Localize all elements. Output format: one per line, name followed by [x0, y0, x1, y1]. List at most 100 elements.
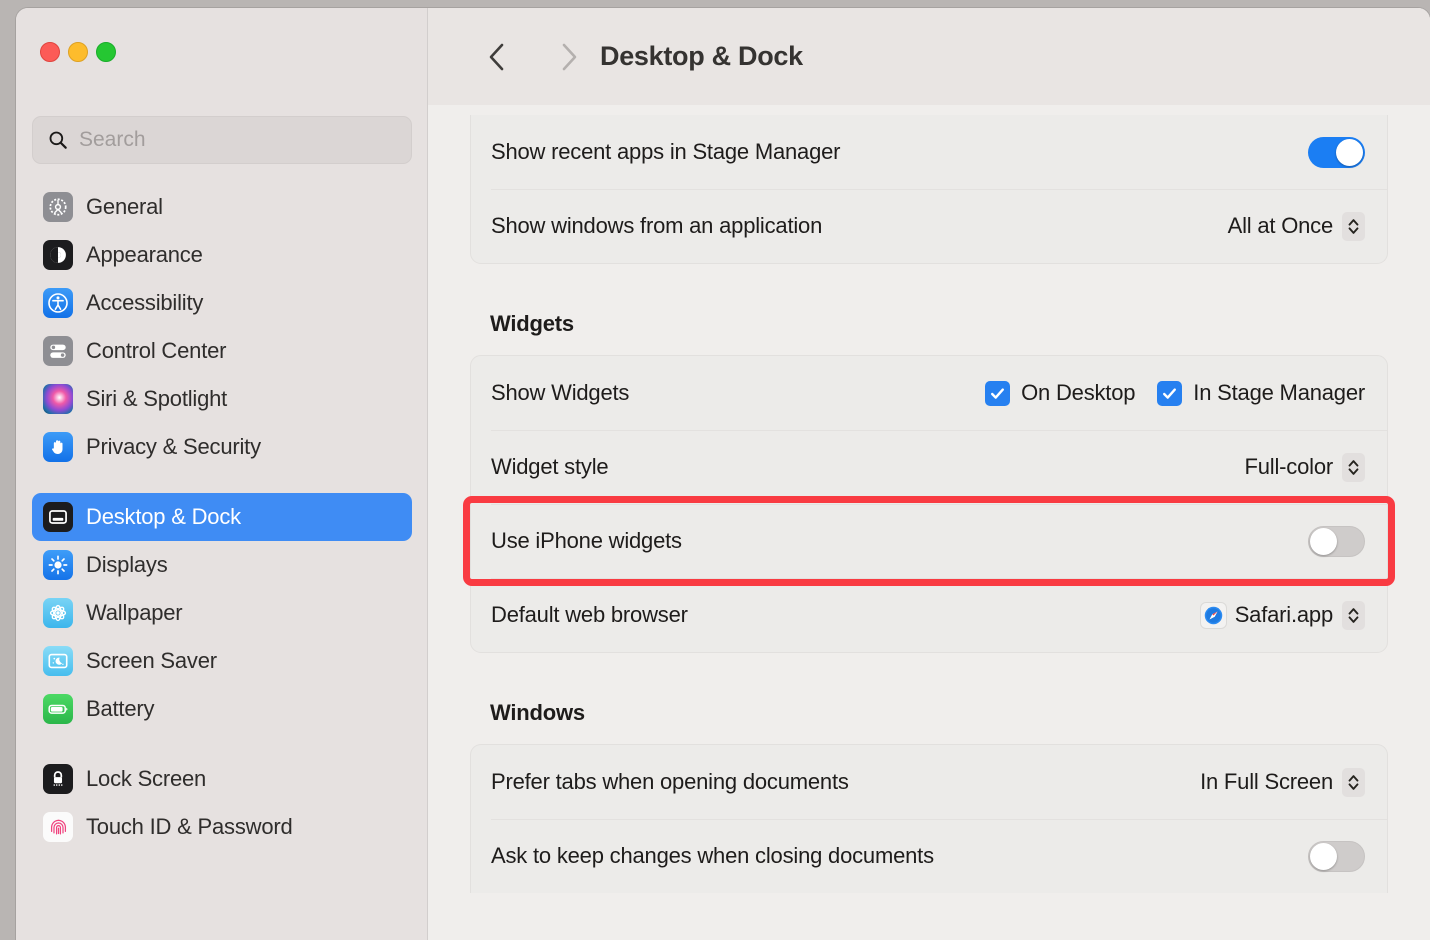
sidebar-item-label: Privacy & Security [86, 434, 261, 460]
chevron-updown-icon [1342, 212, 1365, 241]
chevron-updown-icon [1342, 601, 1365, 630]
default-web-browser-popup[interactable]: Safari.app [1201, 601, 1365, 630]
sidebar-item-displays[interactable]: Displays [32, 541, 412, 589]
chevron-left-icon [486, 40, 508, 74]
lock-icon [43, 764, 73, 794]
sidebar-item-label: Displays [86, 552, 168, 578]
sidebar-item-appearance[interactable]: Appearance [32, 231, 412, 279]
row-label: Show windows from an application [491, 213, 822, 239]
sidebar: General Appearance [16, 8, 428, 940]
popup-value: Safari.app [1235, 602, 1333, 628]
sidebar-item-wallpaper[interactable]: Wallpaper [32, 589, 412, 637]
sidebar-item-label: Siri & Spotlight [86, 386, 227, 412]
chevron-updown-icon [1342, 453, 1365, 482]
sidebar-item-touch-id-password[interactable]: Touch ID & Password [32, 803, 412, 851]
checkmark-icon [1157, 381, 1182, 406]
row-prefer-tabs[interactable]: Prefer tabs when opening documents In Fu… [471, 745, 1387, 819]
moon-stars-icon [43, 646, 73, 676]
show-windows-popup[interactable]: All at Once [1228, 212, 1365, 241]
fingerprint-icon [43, 812, 73, 842]
sidebar-item-label: Battery [86, 696, 154, 722]
chevron-updown-icon [1342, 768, 1365, 797]
traffic-lights [40, 42, 116, 62]
close-button[interactable] [40, 42, 60, 62]
checkmark-icon [985, 381, 1010, 406]
sidebar-item-label: Appearance [86, 242, 203, 268]
settings-scroll-area[interactable]: Show recent apps in Stage Manager Show w… [428, 105, 1430, 940]
search-icon [47, 129, 69, 151]
row-use-iphone-widgets[interactable]: Use iPhone widgets [471, 504, 1387, 578]
row-label: Show Widgets [491, 380, 629, 406]
show-widgets-checkbox-group: On Desktop In Stage Manager [985, 380, 1365, 406]
toolbar: Desktop & Dock [428, 8, 1430, 105]
accessibility-icon [43, 288, 73, 318]
system-settings-window: General Appearance [16, 8, 1430, 940]
desktop-window-icon [43, 502, 73, 532]
sidebar-group-divider [16, 733, 428, 755]
row-label: Show recent apps in Stage Manager [491, 139, 840, 165]
sidebar-group-divider [16, 471, 428, 493]
sidebar-item-label: Wallpaper [86, 600, 182, 626]
sidebar-item-general[interactable]: General [32, 183, 412, 231]
brightness-icon [43, 550, 73, 580]
section-heading-windows: Windows [470, 700, 1388, 726]
row-label: Default web browser [491, 602, 688, 628]
settings-group-widgets: Show Widgets On Desktop [470, 355, 1388, 653]
sidebar-item-label: Control Center [86, 338, 226, 364]
search-input[interactable] [79, 128, 379, 152]
row-show-windows-from-application[interactable]: Show windows from an application All at … [471, 189, 1387, 263]
row-label: Widget style [491, 454, 608, 480]
battery-icon [43, 694, 73, 724]
show-recent-apps-toggle[interactable] [1308, 137, 1365, 168]
sidebar-item-label: Touch ID & Password [86, 814, 293, 840]
sidebar-item-label: Lock Screen [86, 766, 206, 792]
sidebar-item-desktop-dock[interactable]: Desktop & Dock [32, 493, 412, 541]
forward-button[interactable] [552, 37, 586, 77]
safari-icon [1201, 603, 1226, 628]
sidebar-item-control-center[interactable]: Control Center [32, 327, 412, 375]
zoom-button[interactable] [96, 42, 116, 62]
checkbox-label: In Stage Manager [1193, 380, 1365, 406]
row-show-widgets[interactable]: Show Widgets On Desktop [471, 356, 1387, 430]
row-show-recent-apps[interactable]: Show recent apps in Stage Manager [471, 115, 1387, 189]
sidebar-item-label: Screen Saver [86, 648, 217, 674]
sidebar-item-label: General [86, 194, 163, 220]
row-label: Ask to keep changes when closing documen… [491, 843, 934, 869]
sidebar-item-lock-screen[interactable]: Lock Screen [32, 755, 412, 803]
widget-style-popup[interactable]: Full-color [1245, 453, 1365, 482]
minimize-button[interactable] [68, 42, 88, 62]
sidebar-item-list[interactable]: General Appearance [16, 183, 428, 940]
search-field[interactable] [32, 116, 412, 164]
row-label: Prefer tabs when opening documents [491, 769, 849, 795]
settings-group-stage-manager: Show recent apps in Stage Manager Show w… [470, 115, 1388, 264]
use-iphone-widgets-toggle[interactable] [1308, 526, 1365, 557]
sidebar-item-label: Accessibility [86, 290, 203, 316]
sidebar-item-battery[interactable]: Battery [32, 685, 412, 733]
gear-icon [43, 192, 73, 222]
flower-icon [43, 598, 73, 628]
settings-group-windows: Prefer tabs when opening documents In Fu… [470, 744, 1388, 893]
sidebar-item-screen-saver[interactable]: Screen Saver [32, 637, 412, 685]
sidebar-item-label: Desktop & Dock [86, 504, 241, 530]
hand-raised-icon [43, 432, 73, 462]
popup-value: Full-color [1245, 454, 1333, 480]
sidebar-item-privacy-security[interactable]: Privacy & Security [32, 423, 412, 471]
popup-value: In Full Screen [1200, 769, 1333, 795]
siri-orb-icon [43, 384, 73, 414]
row-ask-keep-changes[interactable]: Ask to keep changes when closing documen… [471, 819, 1387, 893]
checkbox-in-stage-manager[interactable]: In Stage Manager [1157, 380, 1365, 406]
sliders-icon [43, 336, 73, 366]
checkbox-label: On Desktop [1021, 380, 1135, 406]
contrast-icon [43, 240, 73, 270]
section-heading-widgets: Widgets [470, 311, 1388, 337]
back-button[interactable] [480, 37, 514, 77]
sidebar-item-siri-spotlight[interactable]: Siri & Spotlight [32, 375, 412, 423]
prefer-tabs-popup[interactable]: In Full Screen [1200, 768, 1365, 797]
row-default-web-browser[interactable]: Default web browser Safari.app [471, 578, 1387, 652]
page-title: Desktop & Dock [600, 41, 803, 72]
sidebar-item-accessibility[interactable]: Accessibility [32, 279, 412, 327]
checkbox-on-desktop[interactable]: On Desktop [985, 380, 1135, 406]
ask-keep-changes-toggle[interactable] [1308, 841, 1365, 872]
row-widget-style[interactable]: Widget style Full-color [471, 430, 1387, 504]
popup-value: All at Once [1228, 213, 1333, 239]
